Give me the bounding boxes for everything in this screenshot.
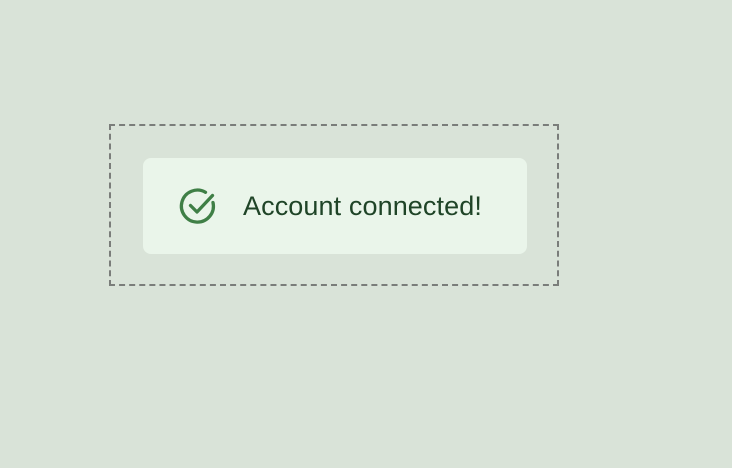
toast-message: Account connected! (243, 190, 482, 221)
success-toast: Account connected! (143, 158, 527, 254)
check-circle-icon (178, 186, 218, 226)
